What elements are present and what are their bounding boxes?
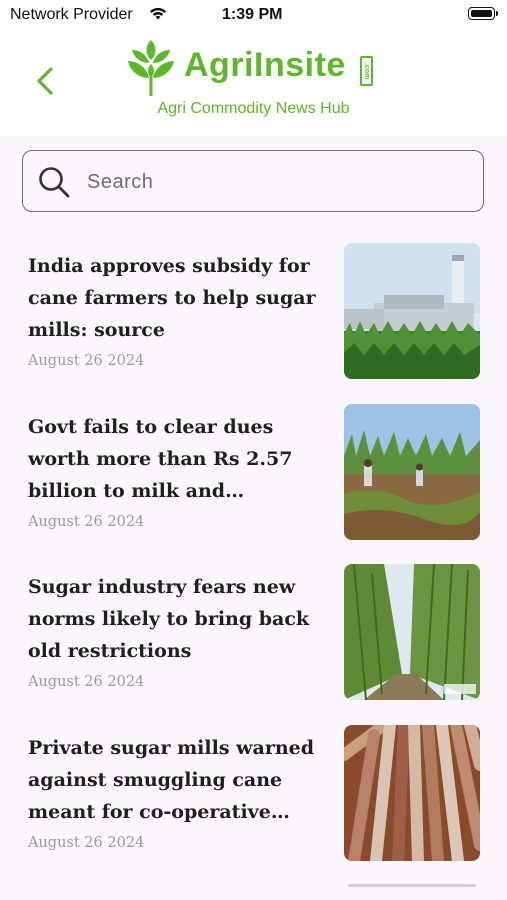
battery-icon [468, 7, 498, 20]
news-title[interactable]: Sugar industry fears new norms likely to… [28, 571, 330, 667]
brand-name: AgriInsite [184, 46, 346, 84]
wifi-icon [150, 7, 166, 20]
news-date: August 26 2024 [28, 353, 145, 369]
brand-suffix: .com [360, 56, 373, 86]
news-date: August 26 2024 [28, 835, 145, 851]
news-date: August 26 2024 [28, 514, 145, 530]
tagline: Agri Commodity News Hub [157, 100, 350, 117]
app-header: AgriInsite .com Agri Commodity News Hub [0, 32, 507, 136]
status-bar: Network Provider 1:39 PM [0, 0, 507, 32]
news-title[interactable]: India approves subsidy for cane farmers … [28, 250, 330, 346]
search-icon [39, 167, 70, 198]
search-bar[interactable] [22, 150, 484, 212]
news-item[interactable]: India approves subsidy for cane farmers … [0, 243, 507, 379]
search-input[interactable] [85, 163, 469, 201]
news-thumbnail[interactable] [344, 404, 480, 540]
leaf-logo-icon [128, 40, 174, 96]
news-date: August 26 2024 [28, 674, 145, 690]
news-thumbnail[interactable] [344, 564, 480, 700]
next-item-peek [348, 884, 476, 887]
news-item[interactable]: Private sugar mills warned against smugg… [0, 725, 507, 861]
clock: 1:39 PM [222, 6, 283, 23]
news-item[interactable]: Govt fails to clear dues worth more than… [0, 404, 507, 540]
news-title[interactable]: Govt fails to clear dues worth more than… [28, 411, 330, 507]
news-item[interactable]: Sugar industry fears new norms likely to… [0, 564, 507, 700]
back-arrow-icon[interactable] [34, 66, 56, 96]
news-title[interactable]: Private sugar mills warned against smugg… [28, 732, 330, 828]
carrier-label: Network Provider [10, 6, 133, 23]
news-thumbnail[interactable] [344, 243, 480, 379]
news-thumbnail[interactable] [344, 725, 480, 861]
